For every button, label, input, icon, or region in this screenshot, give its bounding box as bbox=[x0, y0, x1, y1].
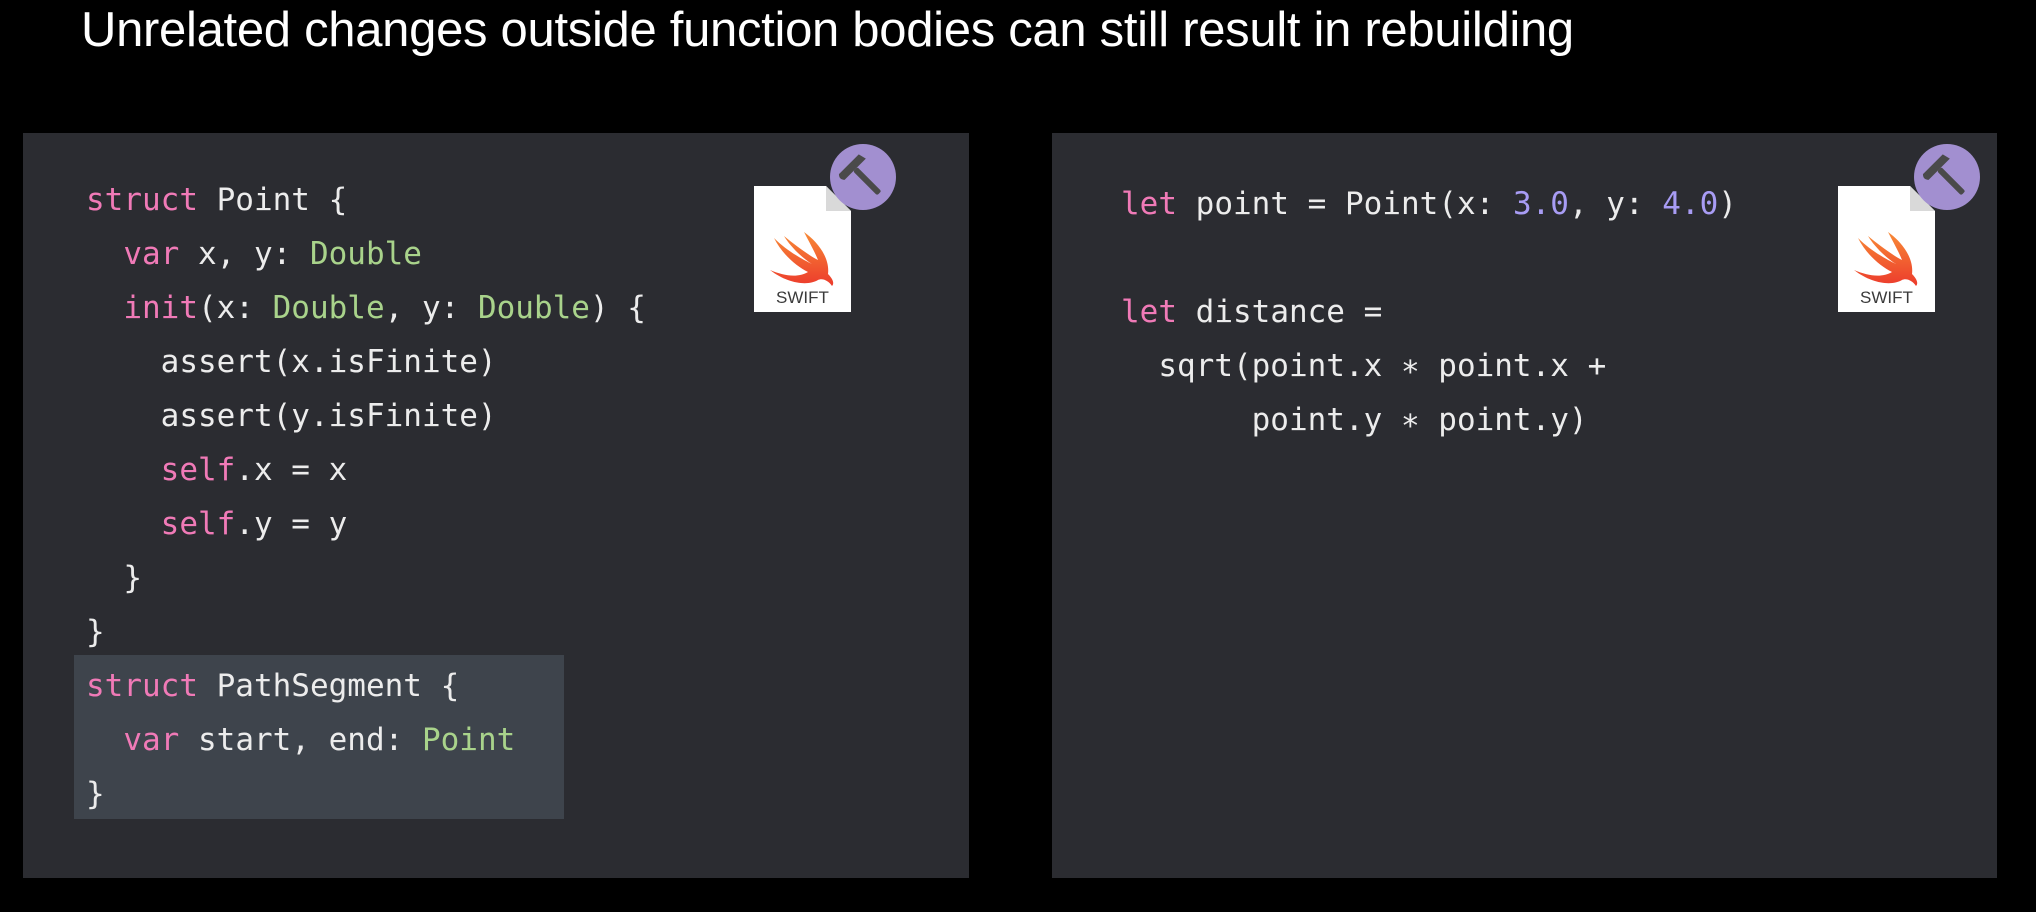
code-number: 4.0 bbox=[1662, 186, 1719, 222]
code-text: point.y ∗ point.y) bbox=[1121, 402, 1588, 438]
code-text: x, y: bbox=[179, 236, 310, 272]
swift-file-label: SWIFT bbox=[776, 288, 829, 307]
code-line: } bbox=[86, 605, 646, 659]
code-keyword: struct bbox=[86, 668, 198, 704]
code-keyword: self bbox=[160, 452, 236, 488]
code-line: struct PathSegment { bbox=[86, 659, 646, 713]
code-number: 3.0 bbox=[1512, 186, 1569, 222]
code-line: assert(y.isFinite) bbox=[86, 389, 646, 443]
build-badge bbox=[1914, 144, 1980, 210]
code-line: init(x: Double, y: Double) { bbox=[86, 281, 646, 335]
hammer-icon bbox=[838, 154, 881, 195]
code-line: var start, end: Point bbox=[86, 713, 646, 767]
code-type: Double bbox=[272, 290, 385, 326]
code-text: PathSegment { bbox=[197, 668, 460, 704]
hammer-icon bbox=[1922, 154, 1965, 195]
code-text: } bbox=[86, 614, 105, 650]
code-line: struct Point { bbox=[86, 173, 646, 227]
right-code-block: let point = Point(x: 3.0, y: 4.0) let dis… bbox=[1121, 177, 1737, 447]
code-line: var x, y: Double bbox=[86, 227, 646, 281]
swift-file-label: SWIFT bbox=[1860, 288, 1913, 307]
code-text: assert(y.isFinite) bbox=[86, 398, 497, 434]
code-text: , y: bbox=[384, 290, 478, 326]
code-type: Point bbox=[421, 722, 516, 758]
slide-title: Unrelated changes outside function bodie… bbox=[81, 3, 1574, 57]
code-type: Double bbox=[309, 236, 422, 272]
code-line: self.y = y bbox=[86, 497, 646, 551]
left-code-block: struct Point { var x, y: Double init(x: … bbox=[86, 173, 646, 821]
code-text: sqrt(point.x ∗ point.x + bbox=[1121, 348, 1607, 384]
code-line: assert(x.isFinite) bbox=[86, 335, 646, 389]
code-type: Double bbox=[477, 290, 590, 326]
code-keyword: var bbox=[123, 722, 180, 758]
code-text: , y: bbox=[1568, 186, 1663, 222]
code-keyword: self bbox=[160, 506, 236, 542]
code-keyword: init bbox=[123, 290, 198, 326]
code-line: } bbox=[86, 767, 646, 821]
right-file-icon: SWIFT bbox=[1838, 144, 1980, 312]
code-keyword: var bbox=[123, 236, 180, 272]
code-line: point.y ∗ point.y) bbox=[1121, 393, 1737, 447]
code-text: point = Point(x: bbox=[1177, 186, 1513, 222]
code-line: let distance = bbox=[1121, 285, 1737, 339]
code-keyword: struct bbox=[86, 182, 198, 218]
code-text: Point { bbox=[197, 182, 348, 218]
code-text: start, end: bbox=[179, 722, 422, 758]
code-text: } bbox=[86, 560, 142, 596]
code-text: (x: bbox=[197, 290, 273, 326]
code-text: assert(x.isFinite) bbox=[86, 344, 497, 380]
code-line: } bbox=[86, 551, 646, 605]
left-code-panel: struct Point { var x, y: Double init(x: … bbox=[23, 133, 969, 878]
code-text: } bbox=[86, 776, 105, 812]
code-text: ) bbox=[1718, 186, 1737, 222]
left-file-icon: SWIFT bbox=[754, 144, 896, 312]
code-keyword: let bbox=[1121, 294, 1177, 330]
code-text: .x = x bbox=[235, 452, 348, 488]
code-line: self.x = x bbox=[86, 443, 646, 497]
build-badge bbox=[830, 144, 896, 210]
code-text: .y = y bbox=[235, 506, 348, 542]
code-line: sqrt(point.x ∗ point.x + bbox=[1121, 339, 1737, 393]
right-code-panel: let point = Point(x: 3.0, y: 4.0) let dis… bbox=[1052, 133, 1997, 878]
code-keyword: let bbox=[1121, 186, 1177, 222]
code-text: distance = bbox=[1177, 294, 1383, 330]
code-text: ) { bbox=[589, 290, 646, 326]
code-line: let point = Point(x: 3.0, y: 4.0) bbox=[1121, 177, 1737, 231]
